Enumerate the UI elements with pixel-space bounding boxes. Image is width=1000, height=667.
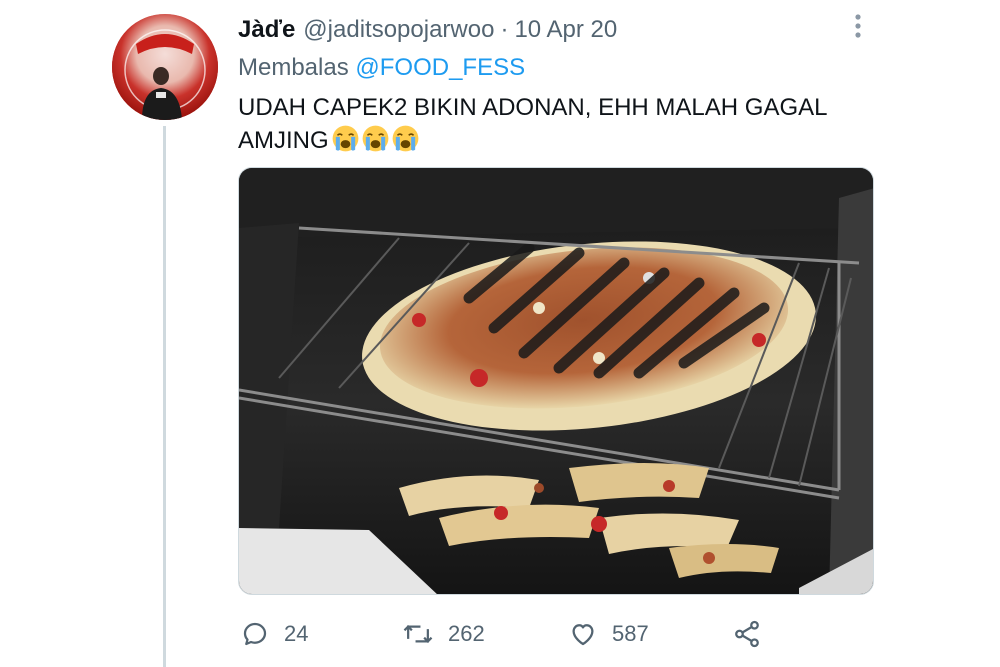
action-bar: 24 262 587 <box>238 612 838 656</box>
tweet[interactable]: Jàďe @jaditsopojarwoo · 10 Apr 20 Membal… <box>0 0 1000 667</box>
like-button[interactable]: 587 <box>568 612 649 656</box>
thread-line <box>163 126 166 667</box>
loudly-crying-face-icon <box>362 125 389 152</box>
retweet-button[interactable]: 262 <box>402 612 485 656</box>
reply-button[interactable]: 24 <box>240 612 308 656</box>
loudly-crying-face-icon <box>392 125 419 152</box>
retweet-icon <box>402 619 434 649</box>
tweet-photo[interactable] <box>238 167 874 595</box>
tweet-body: UDAH CAPEK2 BIKIN ADONAN, EHH MALAH GAGA… <box>238 94 827 154</box>
reply-mention-link[interactable]: @FOOD_FESS <box>355 54 525 81</box>
retweet-count: 262 <box>448 621 485 646</box>
tweet-date[interactable]: 10 Apr 20 <box>514 16 617 44</box>
user-handle[interactable]: @jaditsopojarwoo <box>303 16 494 44</box>
separator-dot: · <box>500 16 509 43</box>
tweet-header: Jàďe @jaditsopojarwoo · 10 Apr 20 <box>238 16 617 46</box>
like-icon <box>568 619 598 649</box>
like-count: 587 <box>612 621 649 646</box>
display-name[interactable]: Jàďe <box>238 16 295 44</box>
share-icon <box>732 619 762 649</box>
reply-icon <box>240 619 270 649</box>
reply-count: 24 <box>284 621 309 646</box>
reply-prefix: Membalas <box>238 54 349 81</box>
oven-pizza-photo <box>239 168 873 594</box>
emoji-group <box>331 124 421 153</box>
replying-to: Membalas @FOOD_FESS <box>238 54 525 82</box>
avatar-image <box>112 14 218 120</box>
share-button[interactable] <box>732 612 776 656</box>
more-icon[interactable] <box>846 12 870 42</box>
avatar[interactable] <box>112 14 218 120</box>
tweet-text: UDAH CAPEK2 BIKIN ADONAN, EHH MALAH GAGA… <box>238 92 878 157</box>
loudly-crying-face-icon <box>332 125 359 152</box>
